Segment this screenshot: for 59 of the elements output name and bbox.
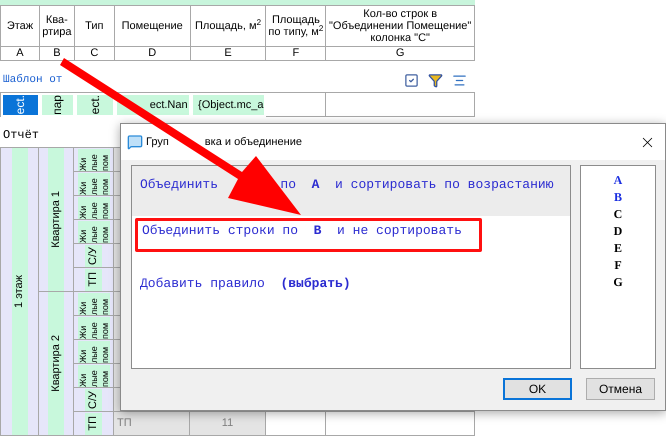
column-letter: B: [53, 46, 61, 62]
section-title: Шаблон от: [2, 72, 62, 88]
template-cell[interactable]: пар: [40, 93, 75, 117]
area-cell: 11: [190, 412, 266, 436]
column-header: Ква-ртира: [41, 14, 73, 38]
dialog-button[interactable]: OK: [503, 378, 572, 400]
type-cell-text: С/У: [86, 390, 100, 408]
template-cell[interactable]: {Object.mc_a: [190, 93, 266, 117]
type-cell: Жи лые пом: [78, 196, 110, 218]
dialog-title: вка и объединение: [204, 134, 302, 150]
column-header: Площадь, м$^{2}$: [194, 20, 262, 32]
type-cell: Жи лые пом: [78, 220, 110, 242]
type-cell-text: ТП: [86, 416, 100, 431]
type-cell: Жи лые пом: [78, 364, 110, 386]
app-icon: [127, 134, 143, 150]
template-cell[interactable]: ect.: [1, 93, 40, 117]
column-option[interactable]: B: [614, 189, 622, 206]
column-option[interactable]: F: [614, 257, 622, 274]
column-option[interactable]: A: [614, 172, 622, 189]
type-cell: Жи лые пом: [78, 292, 110, 314]
column-header: Этаж: [6, 20, 34, 32]
column-letter: D: [148, 46, 156, 62]
column-letter: C: [90, 46, 98, 62]
column-letter: A: [16, 46, 24, 62]
column-option[interactable]: E: [614, 240, 622, 257]
rule-row[interactable]: Объединить строки по B и не сортировать: [135, 218, 482, 252]
rule-text: Добавить правило (выбрать): [140, 275, 351, 293]
column-header: Помещение: [122, 20, 183, 32]
column-option[interactable]: D: [614, 223, 622, 240]
type-cell-text: С/У: [86, 246, 100, 264]
column-letter: F: [292, 46, 300, 62]
room-cell: ТП: [114, 412, 190, 436]
add-rule-row[interactable]: Добавить правило (выбрать): [132, 274, 570, 294]
floor-label: 1 этаж: [12, 275, 26, 308]
align-icon[interactable]: [452, 73, 467, 88]
filter-icon[interactable]: [428, 73, 443, 88]
rule-text: Объединить строки по B и не сортировать: [142, 222, 462, 240]
rule-row[interactable]: Объединить по A и сортировать по возрастанию: [132, 166, 570, 216]
column-letter: E: [224, 46, 232, 62]
apartment-label: Квартира 2: [48, 335, 63, 392]
column-option[interactable]: C: [614, 206, 622, 223]
type-cell: Жи лые пом: [78, 148, 110, 170]
section-title: Отчёт: [2, 127, 40, 144]
checkbox-icon[interactable]: [404, 73, 419, 88]
dialog-button[interactable]: Отмена: [586, 378, 655, 400]
dialog-title: Груп: [146, 134, 169, 150]
type-cell: Жи лые пом: [78, 316, 110, 338]
rule-text: Объединить: [140, 176, 218, 194]
apartment-label: Квартира 1: [48, 191, 63, 248]
column-header: Кол-во строк в "Объединении Помещение" колонка "С": [328, 8, 472, 44]
type-cell-text: ТП: [86, 272, 100, 287]
type-cell: Жи лые пом: [78, 172, 110, 194]
column-header: Тип: [85, 20, 104, 32]
template-cell[interactable]: ect.: [74, 93, 115, 117]
column-letter: G: [396, 46, 404, 62]
column-option[interactable]: G: [613, 274, 623, 291]
rule-text: по A и сортировать по возрастанию: [280, 176, 554, 194]
column-header: Площадь по типу, м$^{2}$: [267, 14, 324, 38]
type-cell: Жи лые пом: [78, 340, 110, 362]
